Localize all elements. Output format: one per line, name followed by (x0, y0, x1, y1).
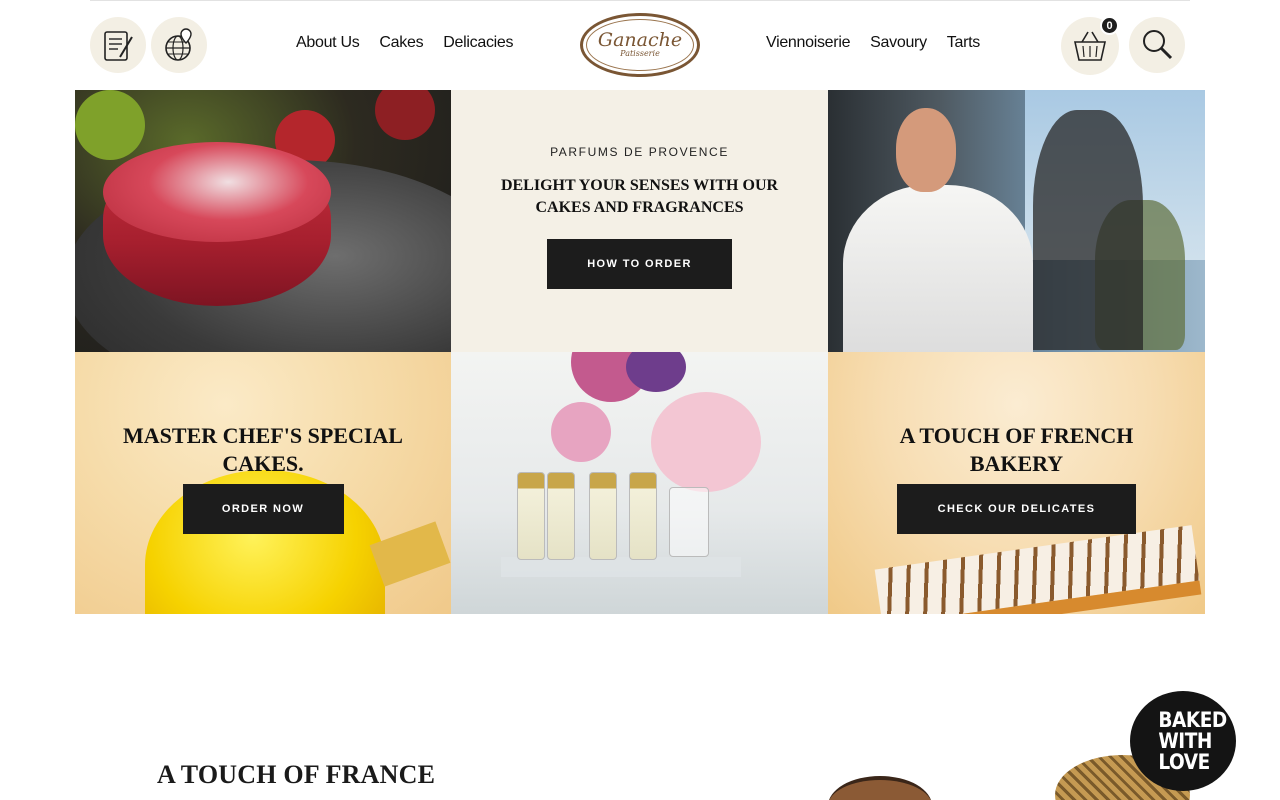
special-cakes-title: MASTER CHEF'S SPECIAL CAKES. (123, 423, 403, 476)
chef-head (896, 108, 956, 192)
feature-grid: PARFUMS DE PROVENCE DELIGHT YOUR SENSES … (75, 90, 1205, 614)
nav-savoury[interactable]: Savoury (870, 34, 927, 52)
chocolate-tart-preview (828, 776, 932, 800)
order-form-icon (104, 31, 133, 61)
red-cake-image (75, 90, 451, 352)
nav-delicacies[interactable]: Delicacies (443, 34, 513, 52)
how-to-order-button[interactable]: HOW TO ORDER (547, 239, 732, 289)
search-icon (1143, 30, 1173, 60)
green-apple (75, 90, 145, 160)
nav-left: About Us Cakes Delicacies (296, 34, 514, 52)
chef-photo (828, 90, 1205, 352)
flowers-perfume-image (451, 352, 828, 614)
nav-cakes[interactable]: Cakes (379, 34, 423, 52)
site-header: About Us Cakes Delicacies Ganache Patiss… (0, 0, 1280, 90)
perfume-bottle (517, 472, 545, 560)
site-logo[interactable]: Ganache Patisserie (580, 13, 700, 77)
rose-flower (551, 402, 611, 462)
badge-line: LOVE (1158, 749, 1210, 774)
check-delicates-button[interactable]: CHECK OUR DELICATES (897, 484, 1136, 534)
nav-viennoiserie[interactable]: Viennoiserie (766, 34, 850, 52)
glass-vase (669, 487, 709, 557)
nav-right: Viennoiserie Savoury Tarts (766, 34, 980, 52)
badge-line: WITH (1158, 728, 1212, 753)
order-now-button[interactable]: ORDER NOW (182, 484, 344, 534)
promo-headline: DELIGHT YOUR SENSES WITH OUR CAKES AND F… (500, 177, 779, 216)
section-title: A TOUCH OF FRANCE (157, 760, 436, 789)
pastry-slice (874, 525, 1202, 614)
search-button[interactable] (1129, 17, 1185, 73)
french-bakery-title: A TOUCH OF FRENCH BAKERY (899, 423, 1134, 476)
nav-tarts[interactable]: Tarts (947, 34, 980, 52)
french-bakery-tile: A TOUCH OF FRENCH BAKERY CHECK OUR DELIC… (828, 352, 1205, 614)
promo-tile: PARFUMS DE PROVENCE DELIGHT YOUR SENSES … (451, 90, 828, 352)
cherry (375, 90, 435, 140)
order-form-button[interactable] (90, 17, 146, 73)
perfume-bottle (547, 472, 575, 560)
perfume-bottle (589, 472, 617, 560)
baked-with-love-badge[interactable]: BAKED WITH LOVE (1130, 691, 1236, 791)
globe-location-icon (165, 28, 192, 61)
badge-line: BAKED (1158, 707, 1227, 732)
logo-inner-ring (586, 19, 694, 71)
promo-eyebrow: PARFUMS DE PROVENCE (550, 145, 729, 159)
chef-coat (843, 185, 1033, 352)
perfume-bottle (629, 472, 657, 560)
store-locator-button[interactable] (151, 17, 207, 73)
nav-about-us[interactable]: About Us (296, 34, 360, 52)
cake-top (103, 142, 331, 242)
glass-shelf (501, 557, 741, 577)
gold-plaque (369, 521, 451, 587)
special-cakes-tile: MASTER CHEF'S SPECIAL CAKES. ORDER NOW (75, 352, 451, 614)
cart-count-badge: 0 (1100, 16, 1119, 35)
peony-flower (651, 392, 761, 492)
chef-reflection (1033, 110, 1143, 350)
